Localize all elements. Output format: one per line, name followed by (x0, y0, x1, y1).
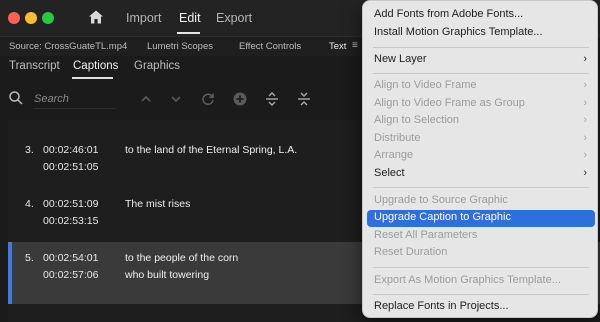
menu-separator (373, 47, 589, 48)
menu-item-new-layer[interactable]: New Layer › (367, 52, 595, 69)
menu-item-export-mogrt: Export As Motion Graphics Template... (367, 273, 595, 290)
chevron-right-icon: › (583, 167, 587, 179)
caption-text[interactable]: to the land of the Eternal Spring, L.A. (125, 144, 297, 156)
split-caption-icon[interactable] (264, 91, 280, 107)
chevron-down-icon[interactable] (168, 91, 184, 107)
panel-tab-effect-controls[interactable]: Effect Controls (239, 41, 301, 52)
menu-item-label: New Layer (374, 53, 427, 65)
add-caption-icon[interactable] (232, 91, 248, 107)
menu-item-add-fonts[interactable]: Add Fonts from Adobe Fonts... (367, 7, 595, 24)
menu-item-label: Select (374, 167, 405, 179)
chevron-right-icon: › (583, 79, 587, 91)
text-panel-context-menu: Add Fonts from Adobe Fonts... Install Mo… (362, 0, 598, 318)
caption-text[interactable]: The mist rises (125, 198, 190, 210)
active-tab-indicator (72, 77, 113, 79)
merge-captions-icon[interactable] (296, 91, 312, 107)
tab-graphics[interactable]: Graphics (134, 60, 180, 72)
menu-item-align-video-frame-group: Align to Video Frame as Group › (367, 96, 595, 113)
menu-item-align-video-frame: Align to Video Frame › (367, 78, 595, 95)
menu-item-label: Reset Duration (374, 246, 448, 258)
tab-transcript[interactable]: Transcript (9, 60, 60, 72)
menu-item-label: Replace Fonts in Projects... (374, 300, 509, 312)
nav-tab-export[interactable]: Export (216, 11, 252, 25)
menu-item-reset-all-parameters: Reset All Parameters (367, 228, 595, 245)
menu-separator (373, 73, 589, 74)
chevron-right-icon: › (583, 53, 587, 65)
menu-item-distribute: Distribute › (367, 131, 595, 148)
caption-end-time[interactable]: 00:02:57:06 (43, 269, 98, 281)
menu-item-label: Align to Video Frame as Group (374, 97, 525, 109)
nav-tab-import[interactable]: Import (126, 11, 161, 25)
zoom-window-button[interactable] (42, 12, 54, 24)
chevron-up-icon[interactable] (138, 91, 154, 107)
panel-tab-source[interactable]: Source: CrossGuateTL.mp4 (9, 41, 127, 52)
close-window-button[interactable] (8, 12, 20, 24)
caption-start-time[interactable]: 00:02:54:01 (43, 252, 98, 264)
caption-end-time[interactable]: 00:02:51:05 (43, 161, 98, 173)
menu-item-label: Reset All Parameters (374, 229, 478, 241)
menu-item-align-selection: Align to Selection › (367, 113, 595, 130)
menu-separator (373, 294, 589, 295)
menu-item-label: Add Fonts from Adobe Fonts... (374, 8, 524, 20)
menu-item-label: Upgrade to Source Graphic (374, 194, 508, 206)
menu-item-label: Distribute (374, 132, 421, 144)
caption-text-line-1[interactable]: to the people of the corn (125, 252, 238, 264)
search-icon (9, 91, 23, 105)
active-nav-indicator (177, 32, 200, 34)
minimize-window-button[interactable] (25, 12, 37, 24)
caption-number: 4. (25, 198, 34, 210)
caption-number: 5. (25, 252, 34, 264)
menu-item-label: Export As Motion Graphics Template... (374, 274, 561, 286)
tab-captions[interactable]: Captions (73, 60, 118, 72)
menu-item-label: Install Motion Graphics Template... (374, 26, 543, 38)
menu-item-upgrade-caption-to-graphic[interactable]: Upgrade Caption to Graphic (367, 210, 595, 227)
search-input[interactable] (34, 89, 116, 109)
caption-text-line-2[interactable]: who built towering (125, 269, 209, 281)
menu-item-label: Upgrade Caption to Graphic (374, 211, 511, 223)
selection-indicator (8, 242, 12, 304)
menu-item-install-mogrt[interactable]: Install Motion Graphics Template... (367, 25, 595, 42)
panel-tab-text[interactable]: Text (329, 41, 346, 52)
menu-item-upgrade-source-graphic: Upgrade to Source Graphic (367, 193, 595, 210)
menu-separator (373, 267, 589, 268)
caption-start-time[interactable]: 00:02:46:01 (43, 144, 98, 156)
menu-item-label: Align to Video Frame (374, 79, 477, 91)
chevron-right-icon: › (583, 114, 587, 126)
caption-start-time[interactable]: 00:02:51:09 (43, 198, 98, 210)
home-icon[interactable] (88, 9, 104, 25)
caption-number: 3. (25, 144, 34, 156)
chevron-right-icon: › (583, 149, 587, 161)
menu-item-reset-duration: Reset Duration (367, 245, 595, 262)
menu-item-label: Arrange (374, 149, 414, 161)
menu-item-select[interactable]: Select › (367, 166, 595, 183)
menu-item-replace-fonts[interactable]: Replace Fonts in Projects... (367, 299, 595, 316)
menu-item-label: Align to Selection (374, 114, 459, 126)
nav-tab-edit[interactable]: Edit (179, 11, 201, 25)
chevron-right-icon: › (583, 132, 587, 144)
panel-menu-icon[interactable]: ≡ (352, 40, 358, 51)
menu-separator (373, 187, 589, 188)
panel-tab-lumetri-scopes[interactable]: Lumetri Scopes (147, 41, 213, 52)
chevron-right-icon: › (583, 97, 587, 109)
menu-item-arrange: Arrange › (367, 148, 595, 165)
caption-end-time[interactable]: 00:02:53:15 (43, 215, 98, 227)
refresh-icon[interactable] (200, 91, 216, 107)
